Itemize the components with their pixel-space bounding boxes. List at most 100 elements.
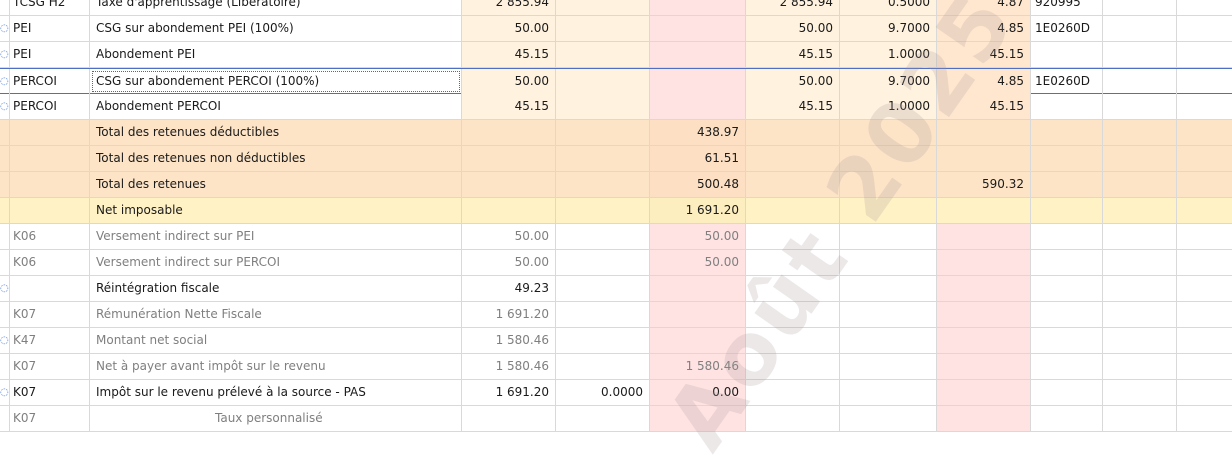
row-employer-amount[interactable] — [937, 302, 1031, 327]
row-employee-amount[interactable]: 500.48 — [650, 172, 746, 197]
row-label[interactable]: Versement indirect sur PERCOI — [90, 250, 462, 275]
row-employee-amount[interactable] — [650, 69, 746, 94]
row-employee-amount[interactable]: 0.00 — [650, 380, 746, 405]
row-rate[interactable] — [556, 198, 650, 223]
row-base[interactable] — [462, 146, 556, 171]
table-row[interactable]: Total des retenues non déductibles 61.51 — [0, 146, 1232, 172]
row-employee-amount[interactable] — [650, 0, 746, 15]
row-base[interactable]: 1 580.46 — [462, 354, 556, 379]
row-rate[interactable] — [556, 69, 650, 94]
row-label[interactable]: Net imposable — [90, 198, 462, 223]
row-rate[interactable] — [556, 406, 650, 431]
row-label[interactable]: Montant net social — [90, 328, 462, 353]
row-label[interactable]: Impôt sur le revenu prélevé à la source … — [90, 380, 462, 405]
row-employer-amount[interactable] — [937, 120, 1031, 145]
table-row[interactable]: ◌ PERCOI CSG sur abondement PERCOI (100%) 5… — [0, 68, 1232, 94]
row-label[interactable]: CSG sur abondement PEI (100%) — [90, 16, 462, 41]
row-label[interactable]: Taxe d'apprentissage (Libératoire) — [90, 0, 462, 15]
row-employer-base[interactable] — [746, 276, 840, 301]
row-base[interactable]: 50.00 — [462, 69, 556, 94]
row-employer-rate[interactable] — [840, 250, 937, 275]
row-label[interactable]: Net à payer avant impôt sur le revenu — [90, 354, 462, 379]
row-employer-amount[interactable]: 45.15 — [937, 42, 1031, 67]
row-employer-base[interactable] — [746, 120, 840, 145]
row-rate[interactable] — [556, 146, 650, 171]
row-label[interactable]: Réintégration fiscale — [90, 276, 462, 301]
table-row[interactable]: Total des retenues 500.48 590.32 — [0, 172, 1232, 198]
row-employee-amount[interactable] — [650, 328, 746, 353]
row-label[interactable]: CSG sur abondement PERCOI (100%) — [90, 69, 462, 94]
row-label[interactable]: Rémunération Nette Fiscale — [90, 302, 462, 327]
row-employer-rate[interactable]: 1.0000 — [840, 42, 937, 67]
row-employer-amount[interactable] — [937, 380, 1031, 405]
row-employer-rate[interactable] — [840, 302, 937, 327]
row-employer-base[interactable] — [746, 406, 840, 431]
row-employee-amount[interactable]: 1 580.46 — [650, 354, 746, 379]
row-rate[interactable] — [556, 172, 650, 197]
row-base[interactable]: 50.00 — [462, 250, 556, 275]
row-employer-rate[interactable] — [840, 380, 937, 405]
row-employer-amount[interactable] — [937, 354, 1031, 379]
row-employee-amount[interactable] — [650, 302, 746, 327]
row-employer-base[interactable] — [746, 146, 840, 171]
row-employer-amount[interactable] — [937, 224, 1031, 249]
row-base[interactable]: 50.00 — [462, 224, 556, 249]
row-employer-amount[interactable] — [937, 146, 1031, 171]
row-employer-rate[interactable]: 9.7000 — [840, 69, 937, 94]
row-employer-amount[interactable]: 4.87 — [937, 0, 1031, 15]
row-employer-base[interactable] — [746, 224, 840, 249]
table-row[interactable]: ◌ PEI CSG sur abondement PEI (100%) 50.00 50… — [0, 16, 1232, 42]
row-employer-rate[interactable] — [840, 354, 937, 379]
row-rate[interactable] — [556, 354, 650, 379]
table-row[interactable]: Total des retenues déductibles 438.97 — [0, 120, 1232, 146]
row-label[interactable]: Taux personnalisé — [90, 406, 462, 431]
row-label[interactable]: Total des retenues déductibles — [90, 120, 462, 145]
table-row[interactable]: ◌ Réintégration fiscale 49.23 — [0, 276, 1232, 302]
row-employer-amount[interactable]: 45.15 — [937, 94, 1031, 119]
row-employer-rate[interactable] — [840, 328, 937, 353]
row-rate[interactable] — [556, 328, 650, 353]
table-row[interactable]: K06 Versement indirect sur PERCOI 50.00 50.… — [0, 250, 1232, 276]
row-base[interactable]: 45.15 — [462, 94, 556, 119]
row-employee-amount[interactable] — [650, 42, 746, 67]
row-base[interactable]: 2 855.94 — [462, 0, 556, 15]
table-row[interactable]: K07 Net à payer avant impôt sur le revenu… — [0, 354, 1232, 380]
row-rate[interactable]: 0.0000 — [556, 380, 650, 405]
row-employee-amount[interactable]: 50.00 — [650, 250, 746, 275]
row-employer-amount[interactable] — [937, 250, 1031, 275]
row-employer-amount[interactable] — [937, 328, 1031, 353]
row-employer-amount[interactable] — [937, 276, 1031, 301]
row-employer-base[interactable]: 45.15 — [746, 42, 840, 67]
row-base[interactable]: 45.15 — [462, 42, 556, 67]
table-row[interactable]: ◌ K07 Impôt sur le revenu prélevé à la sou… — [0, 380, 1232, 406]
row-label[interactable]: Total des retenues — [90, 172, 462, 197]
row-employer-base[interactable] — [746, 172, 840, 197]
row-employer-rate[interactable] — [840, 120, 937, 145]
row-employer-base[interactable] — [746, 198, 840, 223]
row-employee-amount[interactable]: 1 691.20 — [650, 198, 746, 223]
row-base[interactable]: 1 691.20 — [462, 380, 556, 405]
row-employer-base[interactable]: 50.00 — [746, 16, 840, 41]
row-employer-base[interactable] — [746, 302, 840, 327]
row-rate[interactable] — [556, 94, 650, 119]
row-base[interactable]: 1 691.20 — [462, 302, 556, 327]
row-label[interactable]: Total des retenues non déductibles — [90, 146, 462, 171]
row-employer-base[interactable] — [746, 354, 840, 379]
row-rate[interactable] — [556, 42, 650, 67]
row-employee-amount[interactable] — [650, 16, 746, 41]
table-row[interactable]: K06 Versement indirect sur PEI 50.00 50.00 — [0, 224, 1232, 250]
row-employee-amount[interactable]: 438.97 — [650, 120, 746, 145]
row-rate[interactable] — [556, 16, 650, 41]
row-rate[interactable] — [556, 0, 650, 15]
row-employee-amount[interactable]: 61.51 — [650, 146, 746, 171]
row-employer-rate[interactable] — [840, 224, 937, 249]
row-employer-amount[interactable] — [937, 198, 1031, 223]
table-row[interactable]: Net imposable 1 691.20 — [0, 198, 1232, 224]
row-rate[interactable] — [556, 224, 650, 249]
row-employer-amount[interactable] — [937, 406, 1031, 431]
row-employer-base[interactable] — [746, 328, 840, 353]
row-base[interactable]: 1 580.46 — [462, 328, 556, 353]
row-employer-rate[interactable] — [840, 146, 937, 171]
row-label[interactable]: Abondement PERCOI — [90, 94, 462, 119]
table-row[interactable]: ◌ PEI Abondement PEI 45.15 45.15 1.0000 45.15 — [0, 42, 1232, 68]
